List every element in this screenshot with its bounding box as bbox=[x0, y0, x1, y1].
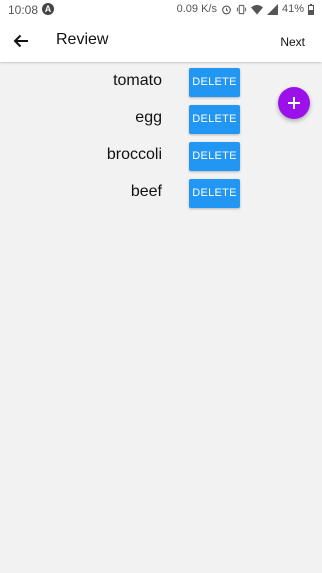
wifi-icon bbox=[250, 4, 263, 15]
status-indicators: 0.09 K/s 41% bbox=[177, 3, 314, 15]
list-item: egg DELETE bbox=[0, 103, 322, 134]
item-name: beef bbox=[130, 183, 162, 200]
item-name: broccoli bbox=[106, 146, 162, 163]
vibrate-icon bbox=[236, 4, 247, 15]
cell-signal-icon bbox=[266, 3, 278, 15]
arrow-left-icon bbox=[13, 34, 28, 48]
delete-button[interactable]: DELETE bbox=[189, 68, 240, 97]
next-button[interactable]: Next bbox=[280, 35, 305, 49]
status-bar: 10:08 A 0.09 K/s 41% bbox=[0, 0, 322, 20]
list-item: tomato DELETE bbox=[0, 66, 322, 97]
app-bar: Review Next bbox=[0, 20, 322, 62]
delete-button[interactable]: DELETE bbox=[189, 142, 240, 171]
item-name: egg bbox=[135, 109, 162, 126]
list-item: beef DELETE bbox=[0, 177, 322, 208]
delete-button[interactable]: DELETE bbox=[189, 105, 240, 134]
back-button[interactable] bbox=[10, 30, 32, 52]
item-name: tomato bbox=[113, 72, 162, 89]
add-item-fab[interactable] bbox=[278, 87, 310, 119]
network-speed: 0.09 K/s bbox=[176, 3, 217, 15]
status-time: 10:08 bbox=[8, 3, 39, 17]
delete-button[interactable]: DELETE bbox=[189, 179, 240, 208]
notification-a-icon: A bbox=[42, 3, 54, 15]
battery-icon bbox=[308, 3, 314, 15]
page-title: Review bbox=[56, 31, 109, 48]
list-item: broccoli DELETE bbox=[0, 140, 322, 171]
alarm-icon bbox=[221, 4, 232, 15]
battery-percent: 41% bbox=[281, 3, 304, 15]
